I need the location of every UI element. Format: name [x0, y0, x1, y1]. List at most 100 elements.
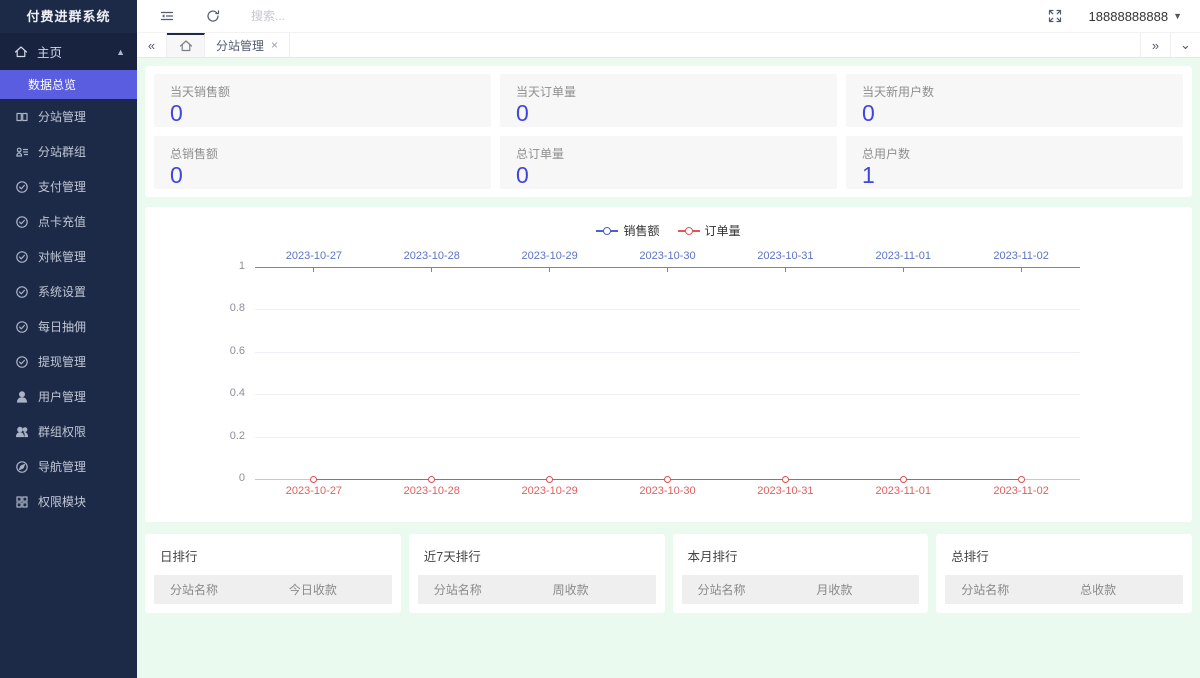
sidebar-item-payment-manage[interactable]: 支付管理: [0, 169, 137, 204]
x-axis-labels-top: 2023-10-27 2023-10-28 2023-10-29 2023-10…: [255, 250, 1080, 262]
circle-check-icon: [14, 284, 29, 299]
sidebar-item-nav-manage[interactable]: 导航管理: [0, 449, 137, 484]
user-phone: 18888888888: [1088, 8, 1169, 24]
stat-today-orders: 当天订单量 0: [500, 74, 837, 127]
sidebar-item-system-settings[interactable]: 系统设置: [0, 274, 137, 309]
sidebar-item-substation-manage[interactable]: 分站管理: [0, 99, 137, 134]
circle-check-icon: [14, 354, 29, 369]
home-icon: [14, 45, 28, 59]
sidebar-item-permission-module[interactable]: 权限模块: [0, 484, 137, 519]
stat-total-users: 总用户数 1: [846, 136, 1183, 189]
stat-value: 0: [170, 162, 183, 188]
x-axis-tick: 2023-10-27: [285, 250, 343, 262]
x-axis-tick: 2023-11-02: [993, 250, 1049, 262]
gridline: [255, 394, 1080, 396]
ranking-table-header: 分站名称 今日收款: [154, 575, 392, 604]
page-content: 当天销售额 0 当天订单量 0 当天新用户数 0 总销售额 0 总订单量 0 总…: [137, 58, 1200, 678]
stat-value: 0: [170, 100, 183, 126]
y-axis-tick: 0.2: [229, 429, 245, 442]
ranking-title: 总排行: [951, 550, 989, 564]
stat-label: 当天新用户数: [862, 85, 935, 99]
stats-panel: 当天销售额 0 当天订单量 0 当天新用户数 0 总销售额 0 总订单量 0 总…: [145, 66, 1192, 197]
sidebar-item-substation-group[interactable]: 分站群组: [0, 134, 137, 169]
y-axis-tick: 0.8: [229, 302, 245, 315]
main-column: 18888888888 ▼ « 分站管理 × » ⌄ 当天销: [137, 0, 1200, 678]
y-axis-tick: 0.6: [229, 344, 245, 357]
search-input[interactable]: [251, 9, 401, 23]
column-header: 周收款: [552, 583, 589, 597]
ranking-cards: 日排行 分站名称 今日收款 近7天排行 分站名称 周收款 本月排行 分站名称 月…: [145, 534, 1192, 613]
app-window: 付费进群系统 主页 ▲ 数据总览 分站管理 分站群组 支付管理 点卡充值 对帐管…: [0, 0, 1200, 678]
sidebar-item-daily-commission[interactable]: 每日抽佣: [0, 309, 137, 344]
sidebar-item-reconciliation[interactable]: 对帐管理: [0, 239, 137, 274]
sidebar-item-label: 分站管理: [38, 110, 87, 124]
x-axis-tick: 2023-10-29: [521, 485, 578, 497]
stat-value: 1: [862, 162, 875, 188]
ranking-total: 总排行 分站名称 总收款: [936, 534, 1192, 613]
ranking-title: 日排行: [160, 550, 198, 564]
x-axis-ticks-sales: [255, 268, 1080, 272]
sidebar-item-group-permission[interactable]: 群组权限: [0, 414, 137, 449]
sidebar-item-user-manage[interactable]: 用户管理: [0, 379, 137, 414]
x-axis-tick: 2023-10-31: [757, 250, 814, 262]
tabs-menu-button[interactable]: ⌄: [1170, 33, 1200, 57]
sidebar-item-withdraw-manage[interactable]: 提现管理: [0, 344, 137, 379]
ranking-title: 本月排行: [687, 550, 738, 564]
chevron-up-icon: ▲: [116, 46, 125, 57]
stat-value: 0: [516, 100, 529, 126]
user-account-dropdown[interactable]: 18888888888 ▼: [1089, 9, 1182, 24]
gridline: [255, 351, 1080, 353]
ranking-table-header: 分站名称 月收款: [681, 575, 920, 604]
sidebar-item-data-overview[interactable]: 数据总览: [0, 70, 137, 99]
x-axis-labels-bottom: 2023-10-27 2023-10-28 2023-10-29 2023-10…: [255, 485, 1080, 497]
x-axis-tick: 2023-11-02: [993, 485, 1049, 497]
sidebar-item-label: 分站群组: [38, 145, 87, 159]
user-icon: [14, 389, 29, 404]
tabs-scroll-left-button[interactable]: «: [137, 33, 167, 57]
collapse-menu-icon[interactable]: [159, 8, 175, 24]
close-icon[interactable]: ×: [271, 38, 278, 52]
sidebar-home-label: 主页: [37, 46, 63, 60]
x-axis-tick: 2023-10-27: [285, 485, 343, 497]
column-header: 月收款: [816, 583, 853, 597]
column-header: 分站名称: [433, 583, 482, 597]
sales-orders-chart: 销售额 订单量 1 0.8 0.6 0.4 0.2 0 2023-10-27 2…: [145, 207, 1192, 522]
caret-down-icon: ▼: [1173, 11, 1182, 21]
sidebar-item-label: 系统设置: [38, 285, 87, 299]
sidebar-item-label: 用户管理: [38, 390, 87, 404]
tab-home[interactable]: [167, 33, 205, 57]
tab-substation-manage[interactable]: 分站管理 ×: [205, 33, 291, 57]
ranking-daily: 日排行 分站名称 今日收款: [145, 534, 401, 613]
circle-check-icon: [14, 214, 29, 229]
sidebar-item-label: 支付管理: [38, 180, 87, 194]
users-icon: [14, 424, 29, 439]
sidebar-item-home[interactable]: 主页 ▲: [0, 33, 137, 70]
stat-label: 总订单量: [516, 147, 565, 161]
home-icon: [179, 39, 193, 53]
column-header: 分站名称: [697, 583, 746, 597]
stat-total-orders: 总订单量 0: [500, 136, 837, 189]
y-axis-tick: 0: [238, 472, 245, 484]
x-axis-tick: 2023-10-30: [639, 485, 696, 497]
sidebar-item-card-recharge[interactable]: 点卡充值: [0, 204, 137, 239]
tabs-scroll-right-button[interactable]: »: [1140, 33, 1170, 57]
stat-today-sales: 当天销售额 0: [154, 74, 491, 127]
refresh-icon[interactable]: [205, 8, 221, 24]
app-title: 付费进群系统: [26, 9, 111, 24]
ranking-table-header: 分站名称 总收款: [945, 575, 1183, 604]
sidebar-item-label: 导航管理: [38, 460, 87, 474]
tab-label: 分站管理: [216, 38, 265, 53]
sidebar-item-label: 点卡充值: [38, 215, 87, 229]
chart-plot-area: 1 0.8 0.6 0.4 0.2 0 2023-10-27 2023-10-2…: [145, 207, 1192, 522]
fullscreen-icon[interactable]: [1047, 8, 1063, 24]
stat-today-new-users: 当天新用户数 0: [846, 74, 1183, 127]
x-axis-tick: 2023-10-28: [403, 485, 460, 497]
sidebar-item-label: 对帐管理: [38, 250, 87, 264]
x-axis-tick: 2023-11-01: [875, 250, 931, 262]
group-list-icon: [14, 144, 29, 159]
column-header: 今日收款: [288, 583, 337, 597]
top-header: 18888888888 ▼: [137, 0, 1200, 33]
stat-total-sales: 总销售额 0: [154, 136, 491, 189]
orders-data-points: [255, 476, 1080, 483]
column-header: 分站名称: [170, 583, 219, 597]
